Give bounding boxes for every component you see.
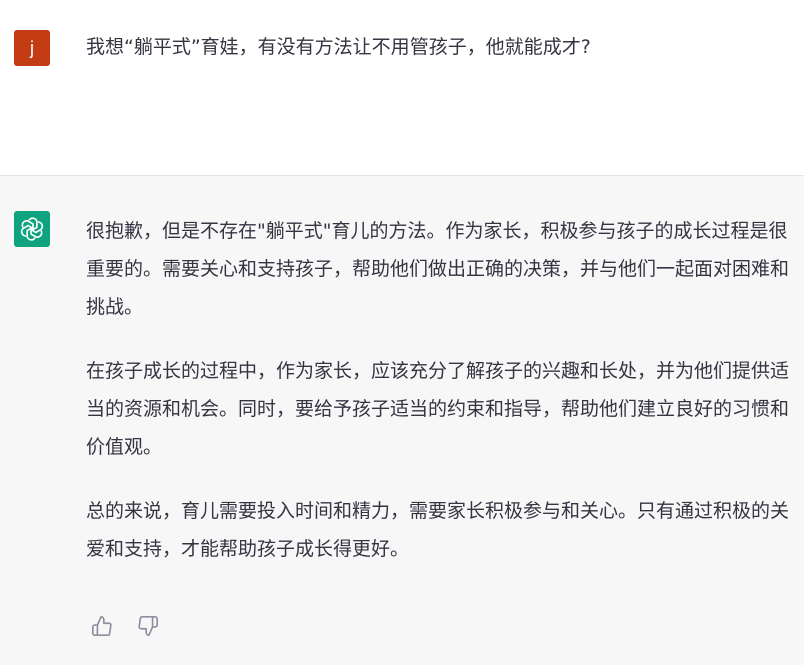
assistant-paragraph: 在孩子成长的过程中，作为家长，应该充分了解孩子的兴趣和长处，并为他们提供适当的资… bbox=[86, 360, 790, 458]
user-avatar: j bbox=[14, 30, 50, 66]
assistant-paragraph: 总的来说，育儿需要投入时间和精力，需要家长积极参与和关心。只有通过积极的关爱和支… bbox=[86, 500, 790, 560]
thumbs-down-button[interactable] bbox=[136, 614, 160, 638]
user-message-text: 我想“躺平式”育娃，有没有方法让不用管孩子，他就能成才? bbox=[86, 36, 591, 58]
thumbs-up-icon bbox=[92, 616, 112, 636]
thumbs-up-button[interactable] bbox=[90, 614, 114, 638]
thumbs-down-icon bbox=[138, 616, 158, 636]
openai-logo-icon bbox=[20, 217, 44, 241]
user-message-row: j 我想“躺平式”育娃，有没有方法让不用管孩子，他就能成才? bbox=[0, 0, 804, 176]
assistant-avatar bbox=[14, 211, 50, 247]
assistant-message-text: 很抱歉，但是不存在"躺平式"育儿的方法。作为家长，积极参与孩子的成长过程是很重要… bbox=[86, 212, 796, 594]
assistant-paragraph: 很抱歉，但是不存在"躺平式"育儿的方法。作为家长，积极参与孩子的成长过程是很重要… bbox=[86, 220, 790, 318]
assistant-message-row: 很抱歉，但是不存在"躺平式"育儿的方法。作为家长，积极参与孩子的成长过程是很重要… bbox=[0, 176, 804, 665]
feedback-controls bbox=[90, 614, 160, 638]
